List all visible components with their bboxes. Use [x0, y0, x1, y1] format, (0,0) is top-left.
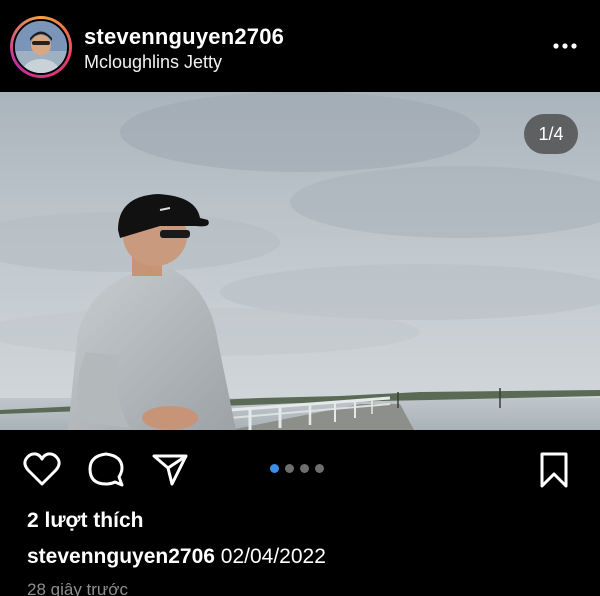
carousel-indicator [270, 464, 324, 473]
caption-text: 02/04/2022 [220, 545, 326, 568]
heart-icon[interactable] [22, 450, 62, 490]
username[interactable]: stevennguyen2706 [84, 24, 284, 50]
post-timestamp: 28 giây trước [27, 580, 128, 596]
comment-icon[interactable] [86, 450, 126, 490]
bookmark-icon[interactable] [534, 450, 574, 490]
avatar-image [15, 21, 67, 73]
carousel-dot [285, 464, 294, 473]
instagram-post: stevennguyen2706 Mcloughlins Jetty 1/4 2… [0, 0, 600, 596]
post-header: stevennguyen2706 Mcloughlins Jetty [0, 0, 600, 92]
likes-count[interactable]: 2 lượt thích [27, 509, 143, 533]
avatar[interactable] [13, 19, 69, 75]
caption: stevennguyen2706 02/04/2022 [27, 545, 326, 569]
carousel-dot [315, 464, 324, 473]
post-photo[interactable] [0, 92, 600, 430]
send-icon[interactable] [150, 450, 190, 490]
action-bar [0, 430, 600, 510]
carousel-dot [300, 464, 309, 473]
carousel-dot [270, 464, 279, 473]
story-ring[interactable] [10, 16, 72, 78]
location-link[interactable]: Mcloughlins Jetty [84, 52, 222, 73]
photo-counter: 1/4 [524, 114, 578, 154]
caption-username[interactable]: stevennguyen2706 [27, 545, 215, 568]
more-horizontal-icon[interactable] [552, 36, 578, 56]
